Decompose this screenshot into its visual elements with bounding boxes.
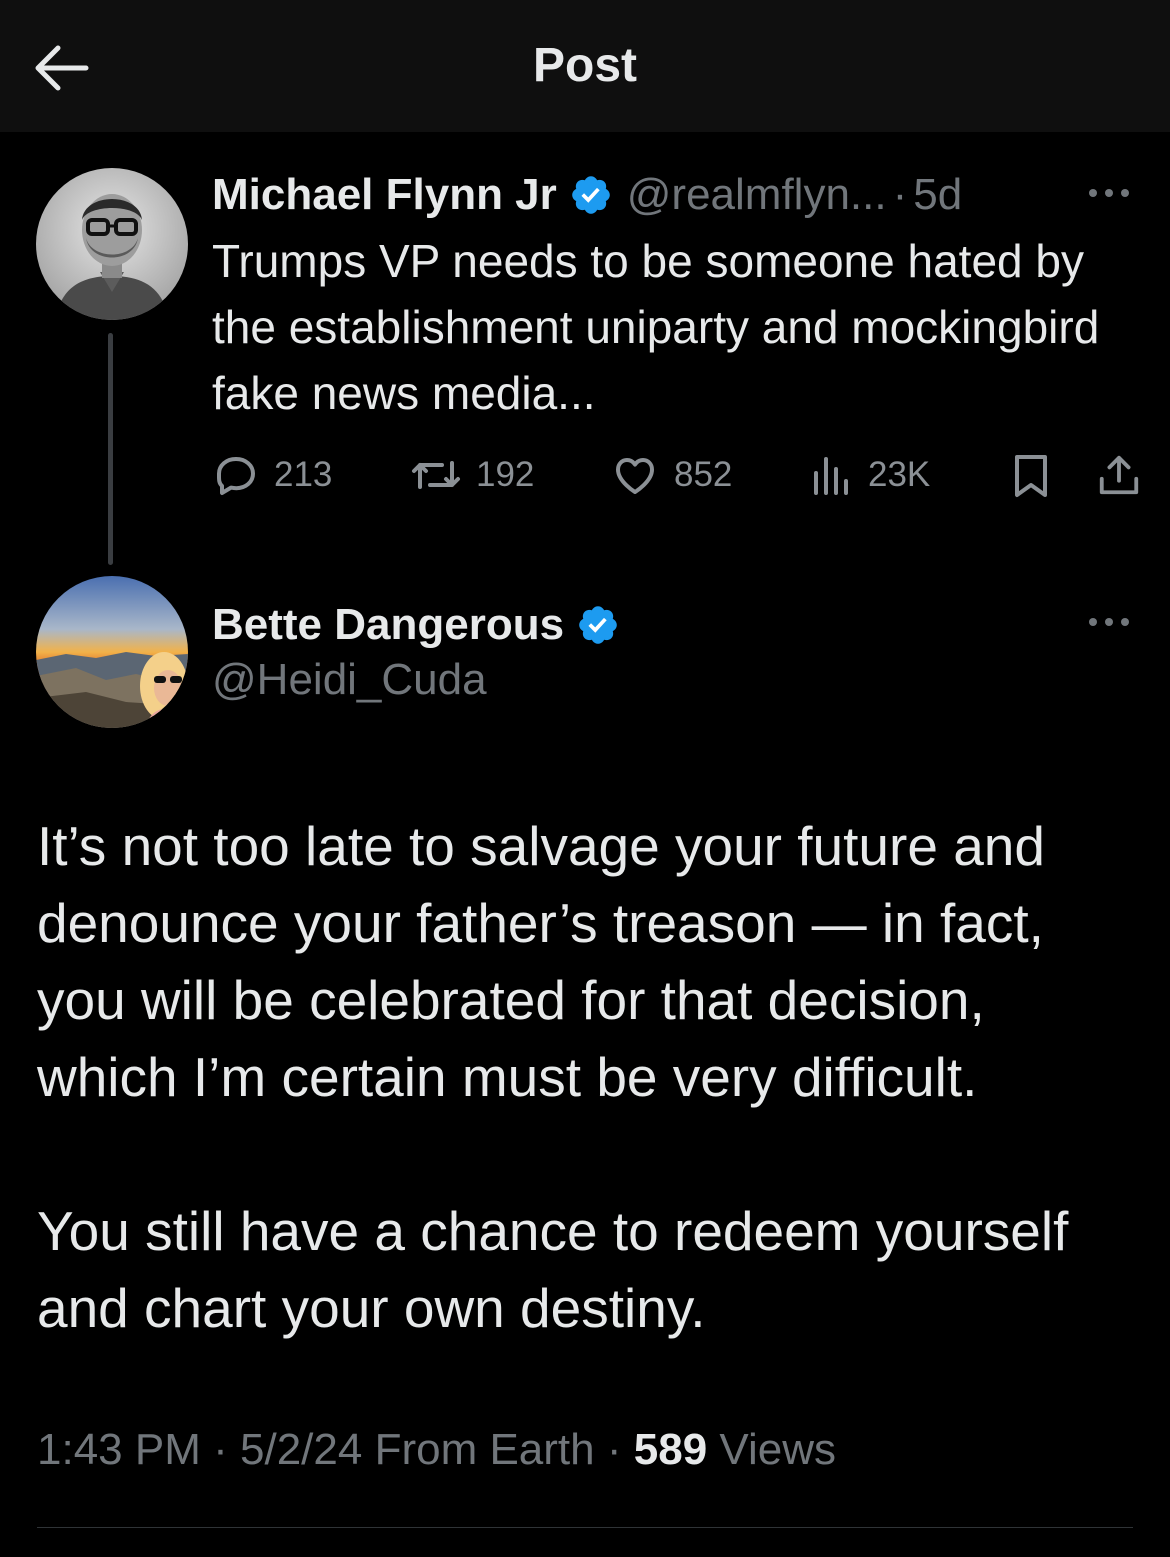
share-button[interactable] — [1096, 445, 1142, 505]
author-handle[interactable]: @realmflyn... — [627, 170, 887, 220]
more-options-icon[interactable] — [1086, 612, 1132, 632]
top-bar: Post — [0, 0, 1170, 132]
main-post-header: Bette Dangerous — [212, 595, 620, 655]
reply-count: 213 — [274, 455, 333, 494]
post-paragraph: It’s not too late to salvage your future… — [37, 815, 1045, 1108]
avatar-bette-dangerous[interactable] — [36, 576, 188, 728]
views-label: Views — [719, 1425, 836, 1474]
heart-icon — [616, 458, 654, 494]
avatar-image — [36, 168, 188, 320]
thread-connector-line — [108, 333, 113, 565]
quoted-post-actions: 213 192 852 23K — [212, 445, 1152, 505]
post-paragraph: You still have a chance to redeem yourse… — [37, 1200, 1069, 1339]
bookmark-button[interactable] — [1009, 445, 1053, 505]
repost-icon — [412, 461, 460, 489]
post-time-ago[interactable]: 5d — [913, 170, 962, 220]
share-icon — [1099, 455, 1139, 495]
verified-badge-icon — [571, 176, 610, 214]
post-metadata: 1:43 PM · 5/2/24 From Earth · 589 Views — [37, 1425, 836, 1475]
views-count[interactable]: 589 — [634, 1425, 707, 1474]
main-post-text: It’s not too late to salvage your future… — [37, 808, 1137, 1347]
like-count: 852 — [674, 455, 733, 494]
author-name[interactable]: Bette Dangerous — [212, 600, 564, 650]
separator-dot: · — [606, 1425, 622, 1474]
post-date[interactable]: 5/2/24 — [240, 1425, 362, 1474]
author-handle[interactable]: @Heidi_Cuda — [212, 655, 487, 705]
author-name[interactable]: Michael Flynn Jr — [212, 170, 557, 220]
reply-button[interactable]: 213 — [212, 445, 332, 505]
views-button[interactable]: 23K — [810, 445, 930, 505]
verified-badge-icon — [579, 606, 617, 644]
views-bar-chart-icon — [814, 457, 848, 495]
reply-icon — [216, 457, 255, 495]
post-source: From Earth — [374, 1425, 595, 1474]
separator-dot: · — [892, 170, 908, 219]
page-title: Post — [532, 39, 637, 92]
separator-dot: · — [213, 1425, 228, 1474]
bookmark-icon — [1015, 455, 1047, 497]
like-button[interactable]: 852 — [610, 445, 732, 505]
avatar-michael-flynn-jr[interactable] — [36, 168, 188, 320]
divider — [37, 1527, 1133, 1528]
quoted-post-text: Trumps VP needs to be someone hated by t… — [212, 235, 1100, 419]
more-options-icon[interactable] — [1086, 183, 1132, 203]
avatar-image — [36, 576, 188, 728]
repost-count: 192 — [476, 455, 535, 494]
quoted-post-header: Michael Flynn Jr @realmflyn... · 5d — [212, 165, 962, 225]
views-count: 23K — [868, 455, 931, 494]
post-time[interactable]: 1:43 PM — [37, 1425, 201, 1474]
repost-button[interactable]: 192 — [410, 445, 534, 505]
